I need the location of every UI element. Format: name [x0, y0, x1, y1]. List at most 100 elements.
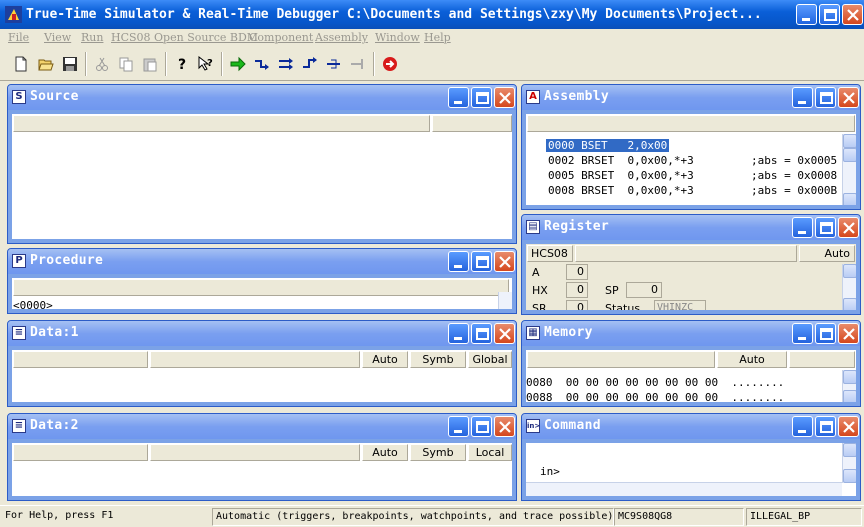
memory-minimize-button[interactable]	[792, 323, 813, 344]
assembly-line[interactable]: 0008 BRSET 0,0x00,*+3	[548, 184, 694, 197]
procedure-pane[interactable]: <0000>	[12, 278, 512, 309]
register-hx-value[interactable]: 0	[566, 282, 588, 298]
help-button[interactable]: ?	[170, 52, 193, 75]
memory-maximize-button[interactable]	[815, 323, 836, 344]
menu-file[interactable]: File	[8, 31, 29, 44]
reset-button[interactable]	[378, 52, 401, 75]
assembly-scrollbar[interactable]	[842, 134, 856, 205]
data1-maximize-button[interactable]	[471, 323, 492, 344]
data2-close-button[interactable]	[494, 416, 515, 437]
menu-help[interactable]: Help	[424, 31, 451, 44]
start-continue-button[interactable]	[226, 52, 249, 75]
register-caption[interactable]: ▤ Register	[522, 215, 860, 240]
data1-global-header[interactable]: Global	[468, 351, 512, 368]
source-minimize-button[interactable]	[448, 87, 469, 108]
procedure-close-button[interactable]	[494, 251, 515, 272]
menu-hcs08-bdm[interactable]: HCS08 Open Source BDM	[111, 31, 258, 44]
data2-pane[interactable]: Auto Symb Local	[12, 443, 512, 496]
open-button[interactable]	[34, 52, 57, 75]
scroll-down-button[interactable]	[843, 298, 856, 310]
data2-symb-header[interactable]: Symb	[410, 444, 466, 461]
data2-maximize-button[interactable]	[471, 416, 492, 437]
assembly-caption[interactable]: A Assembly	[522, 85, 860, 110]
register-status-flags[interactable]: VHINZC	[654, 300, 706, 310]
register-a-value[interactable]: 0	[566, 264, 588, 280]
memory-row[interactable]: 0080 00 00 00 00 00 00 00 00 ........	[526, 376, 784, 389]
command-pane[interactable]: in>	[526, 443, 856, 496]
scroll-down-button[interactable]	[843, 193, 856, 205]
menu-run[interactable]: Run	[81, 31, 103, 44]
scroll-down-button[interactable]	[843, 390, 856, 402]
procedure-entry[interactable]: <0000>	[13, 299, 53, 309]
scroll-down-button[interactable]	[843, 469, 856, 483]
memory-mode-header[interactable]: Auto	[717, 351, 787, 368]
source-close-button[interactable]	[494, 87, 515, 108]
scroll-up-button[interactable]	[843, 443, 856, 457]
command-hscrollbar[interactable]	[526, 482, 842, 496]
data2-local-header[interactable]: Local	[468, 444, 512, 461]
procedure-minimize-button[interactable]	[448, 251, 469, 272]
procedure-maximize-button[interactable]	[471, 251, 492, 272]
memory-pane[interactable]: Auto 0080 00 00 00 00 00 00 00 00 ......…	[526, 350, 856, 402]
assembly-maximize-button[interactable]	[815, 87, 836, 108]
source-caption[interactable]: S Source	[8, 85, 516, 110]
main-title-bar[interactable]: True-Time Simulator & Real-Time Debugger…	[0, 0, 864, 29]
assembly-step-button[interactable]	[322, 52, 345, 75]
procedure-scrollbar[interactable]	[498, 292, 512, 309]
menu-assembly[interactable]: Assembly	[315, 31, 368, 44]
halt-button[interactable]	[346, 52, 369, 75]
single-step-button[interactable]	[250, 52, 273, 75]
data1-minimize-button[interactable]	[448, 323, 469, 344]
menu-view[interactable]: View	[44, 31, 71, 44]
data1-pane[interactable]: Auto Symb Global	[12, 350, 512, 402]
cut-button[interactable]	[90, 52, 113, 75]
scroll-thumb[interactable]	[843, 148, 856, 162]
procedure-caption[interactable]: P Procedure	[8, 249, 516, 274]
menu-component[interactable]: Component	[249, 31, 313, 44]
register-mode-header[interactable]: Auto	[799, 245, 855, 262]
paste-button[interactable]	[138, 52, 161, 75]
copy-button[interactable]	[114, 52, 137, 75]
source-maximize-button[interactable]	[471, 87, 492, 108]
data1-close-button[interactable]	[494, 323, 515, 344]
step-out-button[interactable]	[298, 52, 321, 75]
assembly-line[interactable]: 0005 BRSET 0,0x00,*+3	[548, 169, 694, 182]
register-sp-value[interactable]: 0	[626, 282, 662, 298]
memory-scrollbar[interactable]	[842, 370, 856, 402]
data2-caption[interactable]: ≡ Data:2	[8, 414, 516, 439]
command-minimize-button[interactable]	[792, 416, 813, 437]
register-pane[interactable]: HCS08 Auto A 0 HX 0 SP 0 SR 0 Status VHI…	[526, 244, 856, 310]
data1-auto-header[interactable]: Auto	[362, 351, 408, 368]
close-button[interactable]	[842, 4, 863, 25]
register-maximize-button[interactable]	[815, 217, 836, 238]
scroll-up-button[interactable]	[843, 134, 856, 148]
data2-minimize-button[interactable]	[448, 416, 469, 437]
data1-caption[interactable]: ≡ Data:1	[8, 321, 516, 346]
register-close-button[interactable]	[838, 217, 859, 238]
assembly-minimize-button[interactable]	[792, 87, 813, 108]
menu-window[interactable]: Window	[375, 31, 420, 44]
data2-auto-header[interactable]: Auto	[362, 444, 408, 461]
command-close-button[interactable]	[838, 416, 859, 437]
memory-close-button[interactable]	[838, 323, 859, 344]
scroll-up-button[interactable]	[843, 370, 856, 384]
source-pane[interactable]	[12, 114, 512, 239]
assembly-line-selected[interactable]: 0000 BSET 2,0x00	[546, 139, 670, 152]
assembly-pane[interactable]: 0000 BSET 2,0x00 0002 BRSET 0,0x00,*+3 ;…	[526, 114, 856, 205]
assembly-line[interactable]: 0002 BRSET 0,0x00,*+3	[548, 154, 694, 167]
command-vscrollbar[interactable]	[842, 443, 856, 483]
assembly-close-button[interactable]	[838, 87, 859, 108]
step-over-button[interactable]	[274, 52, 297, 75]
register-scrollbar[interactable]	[842, 264, 856, 310]
scroll-up-button[interactable]	[843, 264, 856, 278]
context-help-button[interactable]: ?	[194, 52, 217, 75]
new-button[interactable]	[9, 52, 32, 75]
data1-symb-header[interactable]: Symb	[410, 351, 466, 368]
minimize-button[interactable]	[796, 4, 817, 25]
memory-row[interactable]: 0088 00 00 00 00 00 00 00 00 ........	[526, 391, 784, 402]
memory-caption[interactable]: ▦ Memory	[522, 321, 860, 346]
command-prompt[interactable]: in>	[540, 465, 560, 478]
register-sr-value[interactable]: 0	[566, 300, 588, 310]
register-minimize-button[interactable]	[792, 217, 813, 238]
save-button[interactable]	[58, 52, 81, 75]
